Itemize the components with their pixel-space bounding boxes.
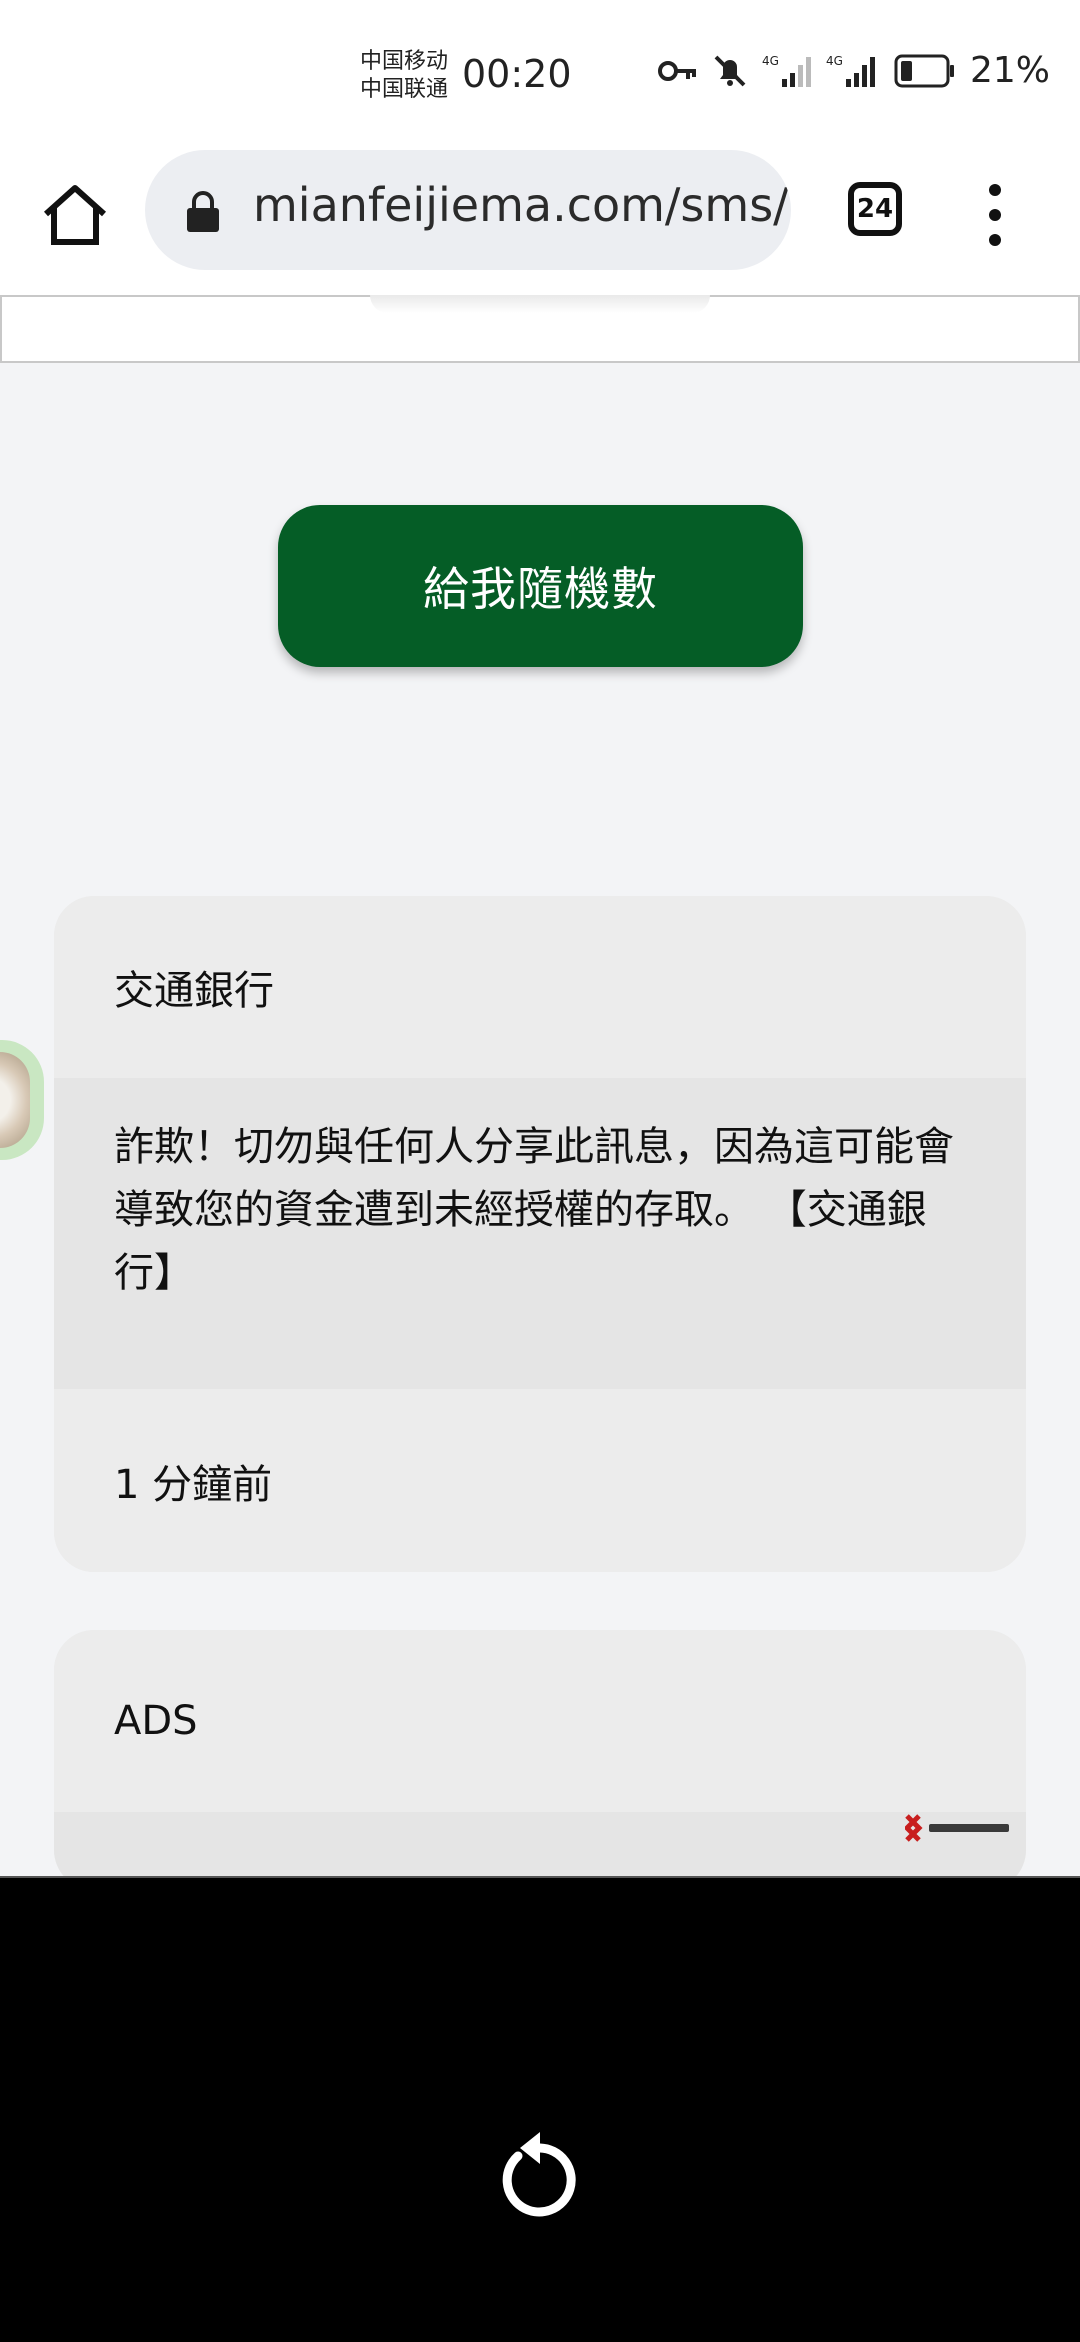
video-overlay — [0, 1876, 1080, 2342]
lock-icon — [187, 191, 219, 232]
key-icon — [657, 60, 696, 81]
network-label-2: 4G — [826, 54, 843, 68]
message-card: 交通銀行 詐欺！切勿與任何人分享此訊息，因為這可能會導致您的資金遭到未經授權的存… — [54, 896, 1026, 1572]
status-time: 00:20 — [462, 52, 572, 96]
banner-shadow — [370, 295, 710, 313]
message-body: 詐欺！切勿與任何人分享此訊息，因為這可能會導致您的資金遭到未經授權的存取。 【交… — [54, 1078, 1026, 1389]
message-time: 1 分鐘前 — [54, 1389, 1026, 1572]
status-bar: 中国移动 中国联通 00:20 4G 4G 21% — [0, 0, 1080, 150]
tab-switcher-button[interactable]: 24 — [848, 182, 902, 236]
battery-percent: 21% — [969, 50, 1050, 91]
random-number-button[interactable]: 給我隨機數 — [278, 505, 803, 667]
message-sender: 交通銀行 — [54, 896, 1026, 1078]
message-card: ADS — [54, 1630, 1026, 1890]
network-label-1: 4G — [762, 54, 779, 68]
floating-avatar[interactable] — [0, 1040, 44, 1160]
replay-icon[interactable] — [498, 2126, 582, 2218]
browser-toolbar: mianfeijiema.com/sms/3 24 — [0, 150, 1080, 295]
status-icons: 4G 4G 21% — [657, 50, 1050, 91]
menu-icon[interactable] — [980, 180, 1010, 250]
carrier-1: 中国移动 — [360, 49, 449, 74]
signal-icon: 4G — [826, 54, 875, 87]
watermark-logo-icon — [905, 1814, 1009, 1842]
battery-icon — [894, 54, 954, 87]
url-text: mianfeijiema.com/sms/3 — [253, 178, 791, 232]
carrier-2: 中国联通 — [360, 77, 449, 102]
home-icon[interactable] — [40, 180, 110, 250]
avatar-image — [0, 1052, 30, 1148]
bell-muted-icon — [714, 55, 746, 86]
address-bar[interactable]: mianfeijiema.com/sms/3 — [145, 150, 791, 270]
message-sender: ADS — [54, 1630, 1026, 1812]
carrier-labels: 中国移动 中国联通 — [360, 48, 448, 104]
signal-icon: 4G — [762, 54, 811, 87]
